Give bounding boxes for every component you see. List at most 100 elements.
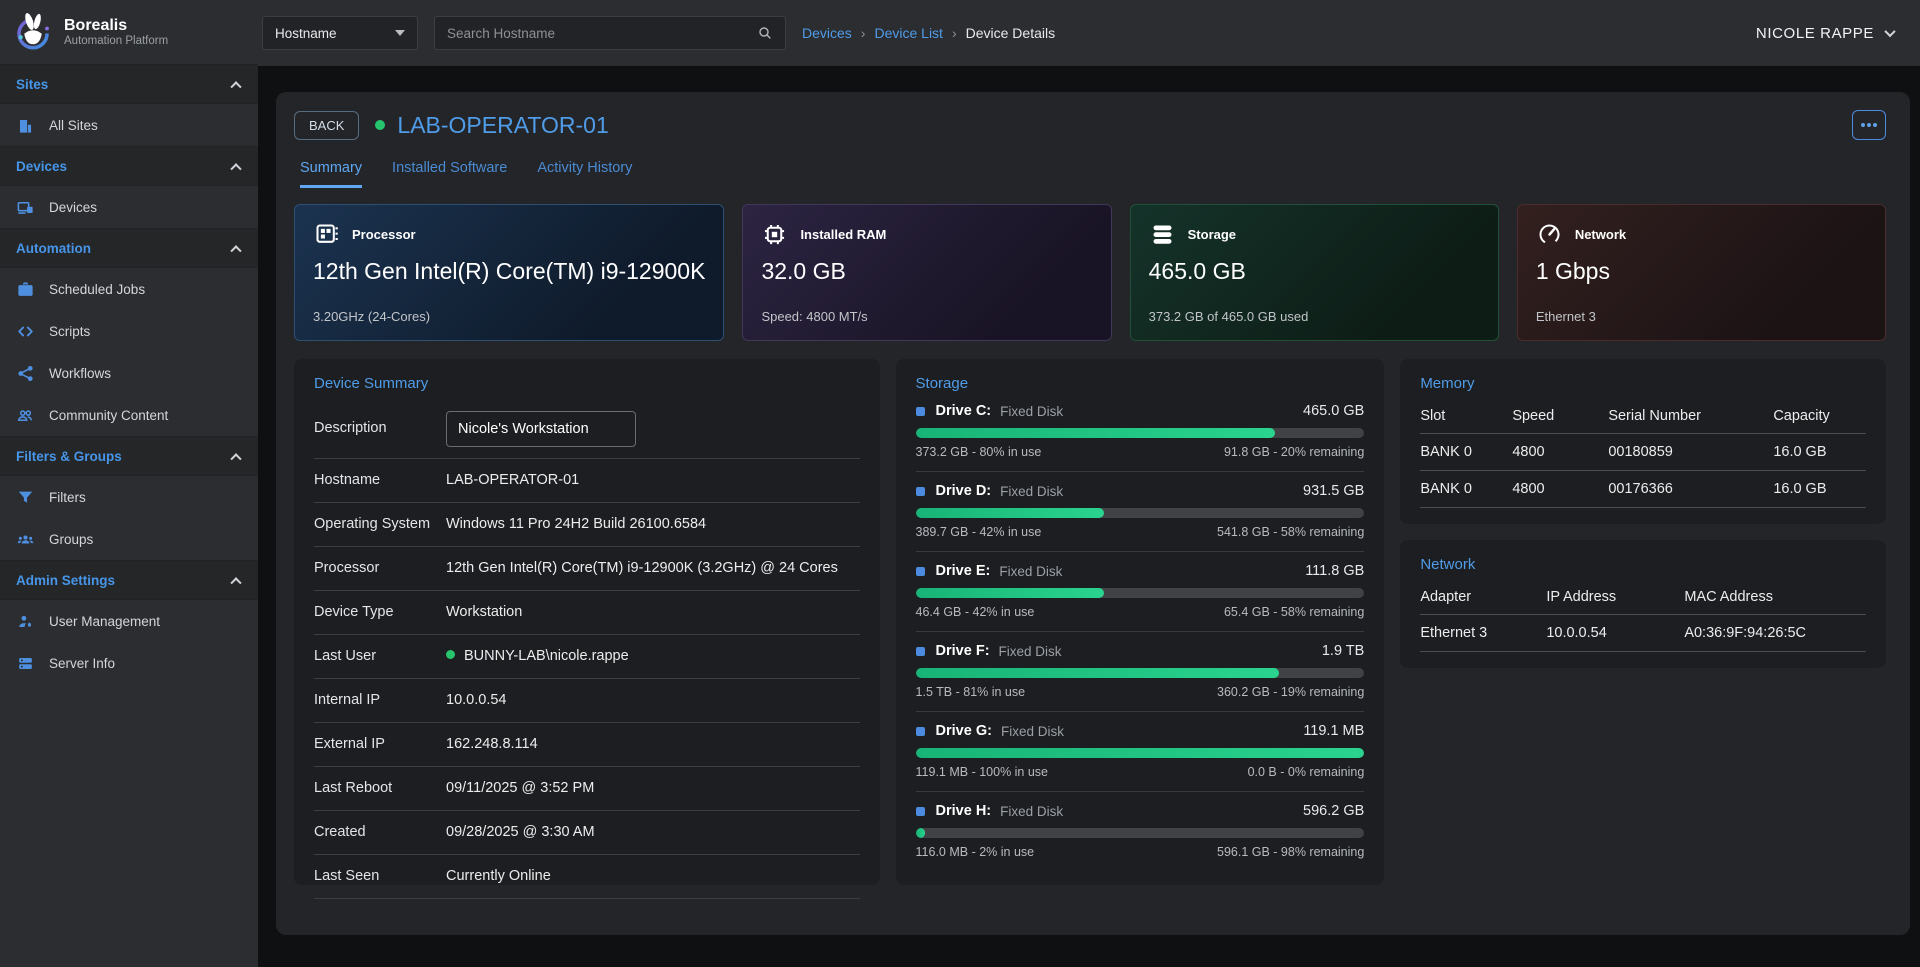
drive-progress-bar [916, 748, 1365, 758]
sidebar-item-community-content[interactable]: Community Content [0, 394, 258, 436]
table-cell: 00180859 [1608, 434, 1773, 471]
sidebar-item-user-management[interactable]: User Management [0, 600, 258, 642]
sidebar-item-scheduled-jobs[interactable]: Scheduled Jobs [0, 268, 258, 310]
device-summary-panel: Device Summary Description Hostname LAB-… [294, 359, 880, 885]
brand-name: Borealis [64, 17, 168, 35]
drive-progress-bar [916, 828, 1365, 838]
briefcase-icon [16, 280, 35, 299]
sidebar-item-label: Community Content [49, 408, 168, 423]
drive-row-d: Drive D: Fixed Disk 931.5 GB 389.7 GB - … [916, 472, 1365, 552]
stat-card-label: Network [1575, 227, 1626, 242]
breadcrumb-current: Device Details [966, 25, 1055, 41]
sidebar-item-devices[interactable]: Devices [0, 186, 258, 228]
workflow-icon [16, 364, 35, 383]
summary-row: Last Reboot 09/11/2025 @ 3:52 PM [314, 767, 860, 811]
breadcrumb-devices[interactable]: Devices [802, 25, 852, 41]
brand-text: Borealis Automation Platform [64, 17, 168, 47]
brand-subtitle: Automation Platform [64, 35, 168, 47]
drive-progress-bar [916, 668, 1365, 678]
chevron-up-icon [230, 577, 241, 588]
ram-icon [761, 221, 788, 248]
code-icon [16, 322, 35, 341]
drive-bullet-icon [916, 407, 925, 416]
memory-panel: Memory Slot Speed Serial Number Capacity… [1400, 359, 1886, 524]
search-input[interactable] [447, 26, 757, 41]
sidebar-item-workflows[interactable]: Workflows [0, 352, 258, 394]
stat-card-value: 12th Gen Intel(R) Core(TM) i9-12900K [313, 258, 705, 285]
back-button[interactable]: BACK [294, 111, 359, 140]
section-label: Devices [16, 159, 67, 174]
filter-select-value: Hostname [275, 26, 337, 41]
stat-card-processor: Processor 12th Gen Intel(R) Core(TM) i9-… [294, 204, 724, 341]
table-cell: A0:36:9F:94:26:5C [1684, 615, 1866, 652]
sidebar-item-label: Devices [49, 200, 97, 215]
stat-card-ram: Installed RAM 32.0 GB Speed: 4800 MT/s [742, 204, 1111, 341]
panel-title: Storage [916, 375, 1365, 392]
summary-row: Created 09/28/2025 @ 3:30 AM [314, 811, 860, 855]
online-dot [446, 650, 455, 659]
network-table: Adapter IP Address MAC Address Ethernet … [1420, 579, 1866, 652]
breadcrumb-separator: › [952, 25, 957, 41]
device-details-card: BACK LAB-OPERATOR-01 Summary Installed S… [276, 92, 1910, 935]
stat-card-footer: 3.20GHz (24-Cores) [313, 309, 705, 324]
last-user-value: BUNNY-LAB\nicole.rappe [446, 646, 860, 667]
more-actions-button[interactable] [1852, 110, 1886, 140]
stat-card-storage: Storage 465.0 GB 373.2 GB of 465.0 GB us… [1130, 204, 1499, 341]
stat-card-footer: 373.2 GB of 465.0 GB used [1149, 309, 1480, 324]
summary-row-description: Description [314, 400, 860, 459]
community-icon [16, 406, 35, 425]
breadcrumb: Devices › Device List › Device Details [802, 25, 1055, 41]
summary-row: Operating System Windows 11 Pro 24H2 Bui… [314, 503, 860, 547]
server-icon [16, 654, 35, 673]
tab-installed-software[interactable]: Installed Software [392, 160, 507, 188]
table-cell: BANK 0 [1420, 471, 1512, 508]
filter-icon [16, 488, 35, 507]
search-icon [757, 25, 773, 41]
memory-table: Slot Speed Serial Number Capacity BANK 0… [1420, 398, 1866, 508]
sidebar-section-sites[interactable]: Sites [0, 64, 258, 104]
sidebar-section-automation[interactable]: Automation [0, 228, 258, 268]
stat-card-value: 465.0 GB [1149, 258, 1480, 285]
stat-card-value: 32.0 GB [761, 258, 1092, 285]
app-root: Borealis Automation Platform Sites All S… [0, 0, 1920, 967]
section-label: Sites [16, 77, 48, 92]
table-cell: 16.0 GB [1773, 434, 1866, 471]
table-cell: 16.0 GB [1773, 471, 1866, 508]
network-panel: Network Adapter IP Address MAC Address E… [1400, 540, 1886, 668]
sidebar-item-scripts[interactable]: Scripts [0, 310, 258, 352]
table-cell: BANK 0 [1420, 434, 1512, 471]
sidebar-section-admin-settings[interactable]: Admin Settings [0, 560, 258, 600]
sidebar-item-label: Scripts [49, 324, 90, 339]
sidebar: Borealis Automation Platform Sites All S… [0, 0, 258, 967]
hostname-filter-select[interactable]: Hostname [262, 16, 418, 50]
brand: Borealis Automation Platform [0, 0, 258, 64]
section-label: Automation [16, 241, 91, 256]
section-label: Filters & Groups [16, 449, 122, 464]
topbar: Hostname Devices › Device List › Device … [258, 0, 1920, 66]
sidebar-item-label: Groups [49, 532, 93, 547]
cpu-icon [313, 221, 340, 248]
tab-activity-history[interactable]: Activity History [537, 160, 632, 188]
breadcrumb-device-list[interactable]: Device List [874, 25, 942, 41]
device-title: LAB-OPERATOR-01 [397, 112, 608, 139]
drive-row-h: Drive H: Fixed Disk 596.2 GB 116.0 MB - … [916, 792, 1365, 871]
main-column: Hostname Devices › Device List › Device … [258, 0, 1920, 967]
sidebar-item-server-info[interactable]: Server Info [0, 642, 258, 684]
description-input[interactable] [446, 411, 636, 447]
sidebar-item-all-sites[interactable]: All Sites [0, 104, 258, 146]
sidebar-item-groups[interactable]: Groups [0, 518, 258, 560]
sidebar-nav: Sites All Sites Devices Devices Au [0, 64, 258, 684]
sidebar-item-label: Workflows [49, 366, 111, 381]
summary-row-last-user: Last User BUNNY-LAB\nicole.rappe [314, 635, 860, 679]
drive-row-g: Drive G: Fixed Disk 119.1 MB 119.1 MB - … [916, 712, 1365, 792]
sidebar-item-filters[interactable]: Filters [0, 476, 258, 518]
stat-card-footer: Speed: 4800 MT/s [761, 309, 1092, 324]
devices-icon [16, 198, 35, 217]
sidebar-section-devices[interactable]: Devices [0, 146, 258, 186]
tab-summary[interactable]: Summary [300, 160, 362, 188]
building-icon [16, 116, 35, 135]
summary-row: Device Type Workstation [314, 591, 860, 635]
sidebar-section-filters-groups[interactable]: Filters & Groups [0, 436, 258, 476]
user-menu[interactable]: NICOLE RAPPE [1756, 25, 1894, 42]
device-tabs: Summary Installed Software Activity Hist… [294, 160, 1886, 188]
